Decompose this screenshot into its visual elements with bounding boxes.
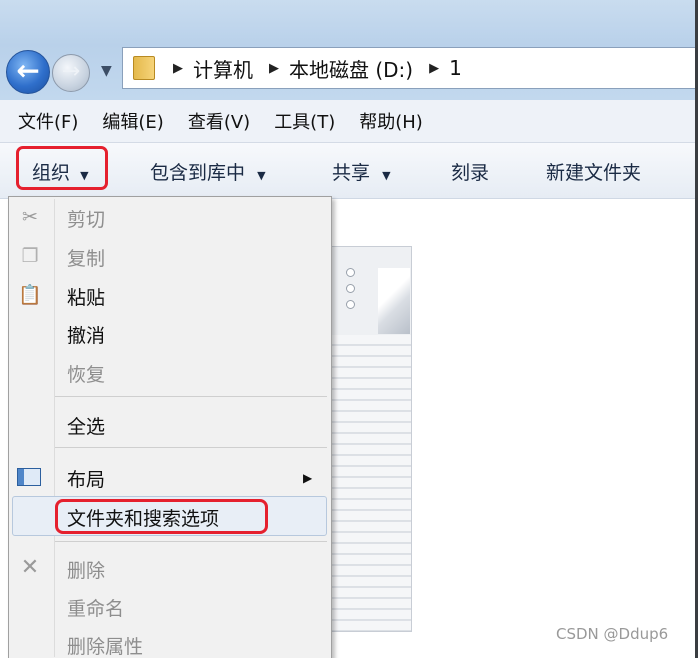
menu-item-undo[interactable]: 撤消: [67, 321, 105, 348]
breadcrumb-arrow-icon[interactable]: ▶: [429, 61, 439, 76]
menu-item-paste[interactable]: 粘贴: [67, 283, 105, 310]
folder-options-highlight-box: [55, 499, 268, 534]
menu-edit[interactable]: 编辑(E): [102, 108, 163, 134]
menu-item-cut[interactable]: 剪切: [67, 205, 105, 232]
menu-icon-gutter: [54, 199, 55, 657]
delete-x-icon: ✕: [20, 555, 40, 580]
history-dropdown-icon[interactable]: ▼: [101, 63, 112, 79]
include-library-label: 包含到库中: [150, 162, 246, 184]
menu-item-delete-properties[interactable]: 删除属性: [67, 632, 143, 658]
new-folder-button[interactable]: 新建文件夹: [546, 158, 641, 185]
back-arrow-icon[interactable]: ←: [6, 50, 50, 94]
share-button[interactable]: 共享 ▼: [332, 158, 391, 185]
address-bar[interactable]: ▶ 计算机 ▶ 本地磁盘 (D:) ▶ 1: [122, 47, 695, 89]
menu-item-rename[interactable]: 重命名: [67, 594, 124, 621]
breadcrumb-arrow-icon[interactable]: ▶: [173, 61, 183, 76]
menu-separator: [55, 396, 327, 397]
organize-highlight-box: [16, 146, 108, 190]
binder-hole: [346, 300, 355, 309]
scissors-icon: ✂: [22, 206, 38, 228]
forward-arrow-icon[interactable]: →: [52, 54, 90, 92]
binder-hole: [346, 268, 355, 277]
menu-item-layout[interactable]: 布局: [67, 465, 105, 492]
organize-dropdown-menu: ✂ 剪切 ❐ 复制 📋 粘贴 撤消 恢复 全选 布局 ▶ 文件夹和搜索选项 ✕ …: [8, 196, 332, 658]
chevron-down-icon: ▼: [257, 169, 266, 182]
title-nav-area: ← → ▼ ▶ 计算机 ▶ 本地磁盘 (D:) ▶ 1: [0, 0, 695, 100]
menu-item-delete[interactable]: 删除: [67, 556, 105, 583]
copy-icon: ❐: [21, 245, 39, 267]
menu-bar: 文件(F) 编辑(E) 查看(V) 工具(T) 帮助(H): [0, 100, 695, 143]
breadcrumb-disk-d[interactable]: 本地磁盘 (D:): [289, 54, 413, 83]
menu-item-select-all[interactable]: 全选: [67, 412, 105, 439]
include-library-button[interactable]: 包含到库中 ▼: [150, 158, 266, 185]
chevron-down-icon: ▼: [382, 169, 391, 182]
menu-item-copy[interactable]: 复制: [67, 244, 105, 271]
menu-help[interactable]: 帮助(H): [359, 108, 423, 134]
menu-view[interactable]: 查看(V): [188, 108, 250, 134]
menu-file[interactable]: 文件(F): [18, 108, 78, 134]
breadcrumb-arrow-icon[interactable]: ▶: [269, 61, 279, 76]
menu-separator: [55, 447, 327, 448]
explorer-window: ← → ▼ ▶ 计算机 ▶ 本地磁盘 (D:) ▶ 1 文件(F) 编辑(E) …: [0, 0, 695, 658]
submenu-arrow-icon: ▶: [303, 471, 313, 485]
clipboard-icon: 📋: [18, 284, 42, 306]
burn-button[interactable]: 刻录: [451, 158, 489, 185]
folder-icon: [133, 56, 155, 80]
menu-separator: [55, 541, 327, 542]
document-fold-corner: [378, 268, 410, 334]
menu-tools[interactable]: 工具(T): [274, 108, 335, 134]
breadcrumb-folder-1[interactable]: 1: [449, 56, 462, 80]
watermark-text: CSDN @Ddup6: [556, 625, 669, 643]
binder-hole: [346, 284, 355, 293]
share-label: 共享: [332, 162, 371, 184]
layout-pane-icon: [17, 465, 43, 489]
breadcrumb-computer[interactable]: 计算机: [193, 54, 253, 83]
menu-item-redo[interactable]: 恢复: [67, 360, 105, 387]
